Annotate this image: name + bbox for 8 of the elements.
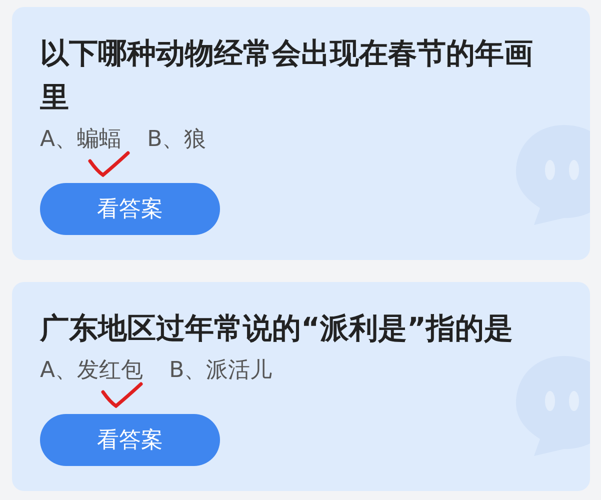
question-text: 以下哪种动物经常会出现在春节的年画里 <box>40 35 534 116</box>
answer-option: B、派活儿 <box>169 358 272 383</box>
answer-option: B、狼 <box>147 127 206 152</box>
answer-option: A、发红包 <box>40 358 144 383</box>
answer-option: A、蝙蝠 <box>40 127 122 152</box>
question-text: 广东地区过年常说的“派利是”指的是 <box>40 310 514 347</box>
show-answer-button[interactable]: 看答案 <box>40 183 220 235</box>
show-answer-button[interactable]: 看答案 <box>40 414 220 466</box>
